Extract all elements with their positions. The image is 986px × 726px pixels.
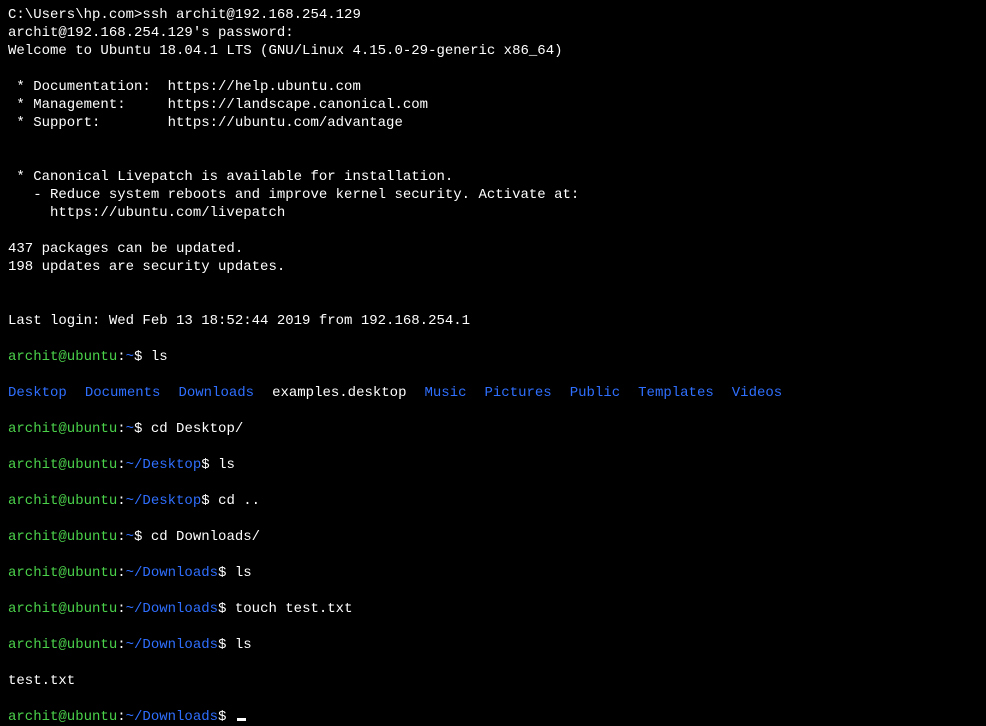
dir-music: Music xyxy=(424,385,466,401)
management-line: * Management: https://landscape.canonica… xyxy=(8,96,978,114)
prompt-colon: : xyxy=(117,637,125,653)
prompt-colon: : xyxy=(117,493,125,509)
prompt-dollar: $ xyxy=(218,637,235,653)
prompt-line-current[interactable]: archit@ubuntu:~/Downloads$ xyxy=(8,690,978,726)
prompt-user: archit@ubuntu xyxy=(8,529,117,545)
prompt-path: ~/Downloads xyxy=(126,709,218,725)
last-login-line: Last login: Wed Feb 13 18:52:44 2019 fro… xyxy=(8,312,978,330)
blank-line xyxy=(8,132,978,150)
command-text: ls xyxy=(235,565,252,581)
welcome-line: Welcome to Ubuntu 18.04.1 LTS (GNU/Linux… xyxy=(8,42,978,60)
prompt-path: ~/Downloads xyxy=(126,565,218,581)
blank-line xyxy=(8,222,978,240)
prompt-line: archit@ubuntu:~$ ls xyxy=(8,330,978,366)
prompt-user: archit@ubuntu xyxy=(8,709,117,725)
prompt-path: ~/Downloads xyxy=(126,637,218,653)
dir-public: Public xyxy=(570,385,620,401)
password-prompt-line: archit@192.168.254.129's password: xyxy=(8,24,978,42)
command-text: cd Desktop/ xyxy=(151,421,243,437)
prompt-line: archit@ubuntu:~$ cd Desktop/ xyxy=(8,402,978,438)
file-examples: examples.desktop xyxy=(272,385,406,401)
command-text: ls xyxy=(235,637,252,653)
prompt-path: ~ xyxy=(126,529,134,545)
prompt-path: ~ xyxy=(126,421,134,437)
prompt-user: archit@ubuntu xyxy=(8,601,117,617)
prompt-colon: : xyxy=(117,709,125,725)
prompt-colon: : xyxy=(117,565,125,581)
blank-line xyxy=(8,60,978,78)
blank-line xyxy=(8,294,978,312)
prompt-colon: : xyxy=(117,421,125,437)
livepatch-line-1: * Canonical Livepatch is available for i… xyxy=(8,168,978,186)
support-line: * Support: https://ubuntu.com/advantage xyxy=(8,114,978,132)
livepatch-line-2: - Reduce system reboots and improve kern… xyxy=(8,186,978,204)
prompt-dollar: $ xyxy=(201,457,218,473)
prompt-path: ~/Desktop xyxy=(126,457,202,473)
prompt-user: archit@ubuntu xyxy=(8,457,117,473)
ls-output-line: test.txt xyxy=(8,654,978,690)
prompt-line: archit@ubuntu:~/Downloads$ ls xyxy=(8,546,978,582)
prompt-line: archit@ubuntu:~/Desktop$ ls xyxy=(8,438,978,474)
dir-videos: Videos xyxy=(732,385,782,401)
prompt-user: archit@ubuntu xyxy=(8,349,117,365)
command-text: ls xyxy=(218,457,235,473)
prompt-colon: : xyxy=(117,529,125,545)
ssh-command-line: C:\Users\hp.com>ssh archit@192.168.254.1… xyxy=(8,6,978,24)
prompt-user: archit@ubuntu xyxy=(8,421,117,437)
prompt-colon: : xyxy=(117,349,125,365)
blank-line xyxy=(8,276,978,294)
prompt-path: ~/Desktop xyxy=(126,493,202,509)
file-test-txt: test.txt xyxy=(8,673,75,689)
packages-line-1: 437 packages can be updated. xyxy=(8,240,978,258)
prompt-user: archit@ubuntu xyxy=(8,565,117,581)
prompt-line: archit@ubuntu:~/Downloads$ ls xyxy=(8,618,978,654)
dir-templates: Templates xyxy=(638,385,714,401)
prompt-user: archit@ubuntu xyxy=(8,637,117,653)
dir-documents: Documents xyxy=(85,385,161,401)
prompt-colon: : xyxy=(117,457,125,473)
blank-line xyxy=(8,150,978,168)
prompt-colon: : xyxy=(117,601,125,617)
terminal[interactable]: C:\Users\hp.com>ssh archit@192.168.254.1… xyxy=(8,6,978,726)
prompt-dollar: $ xyxy=(218,565,235,581)
prompt-dollar: $ xyxy=(201,493,218,509)
dir-desktop: Desktop xyxy=(8,385,67,401)
dir-downloads: Downloads xyxy=(178,385,254,401)
command-text: touch test.txt xyxy=(235,601,353,617)
prompt-line: archit@ubuntu:~/Desktop$ cd .. xyxy=(8,474,978,510)
prompt-path: ~/Downloads xyxy=(126,601,218,617)
packages-line-2: 198 updates are security updates. xyxy=(8,258,978,276)
livepatch-line-3: https://ubuntu.com/livepatch xyxy=(8,204,978,222)
ls-output-line: Desktop Documents Downloads examples.deskto… xyxy=(8,366,978,402)
command-text: ls xyxy=(151,349,168,365)
prompt-dollar: $ xyxy=(218,601,235,617)
prompt-line: archit@ubuntu:~$ cd Downloads/ xyxy=(8,510,978,546)
prompt-dollar: $ xyxy=(134,421,151,437)
prompt-dollar: $ xyxy=(134,529,151,545)
prompt-path: ~ xyxy=(126,349,134,365)
prompt-dollar: $ xyxy=(218,709,235,725)
prompt-line: archit@ubuntu:~/Downloads$ touch test.tx… xyxy=(8,582,978,618)
prompt-dollar: $ xyxy=(134,349,151,365)
prompt-user: archit@ubuntu xyxy=(8,493,117,509)
documentation-line: * Documentation: https://help.ubuntu.com xyxy=(8,78,978,96)
command-text: cd .. xyxy=(218,493,260,509)
cursor-icon xyxy=(237,718,246,721)
dir-pictures: Pictures xyxy=(485,385,552,401)
command-text: cd Downloads/ xyxy=(151,529,260,545)
